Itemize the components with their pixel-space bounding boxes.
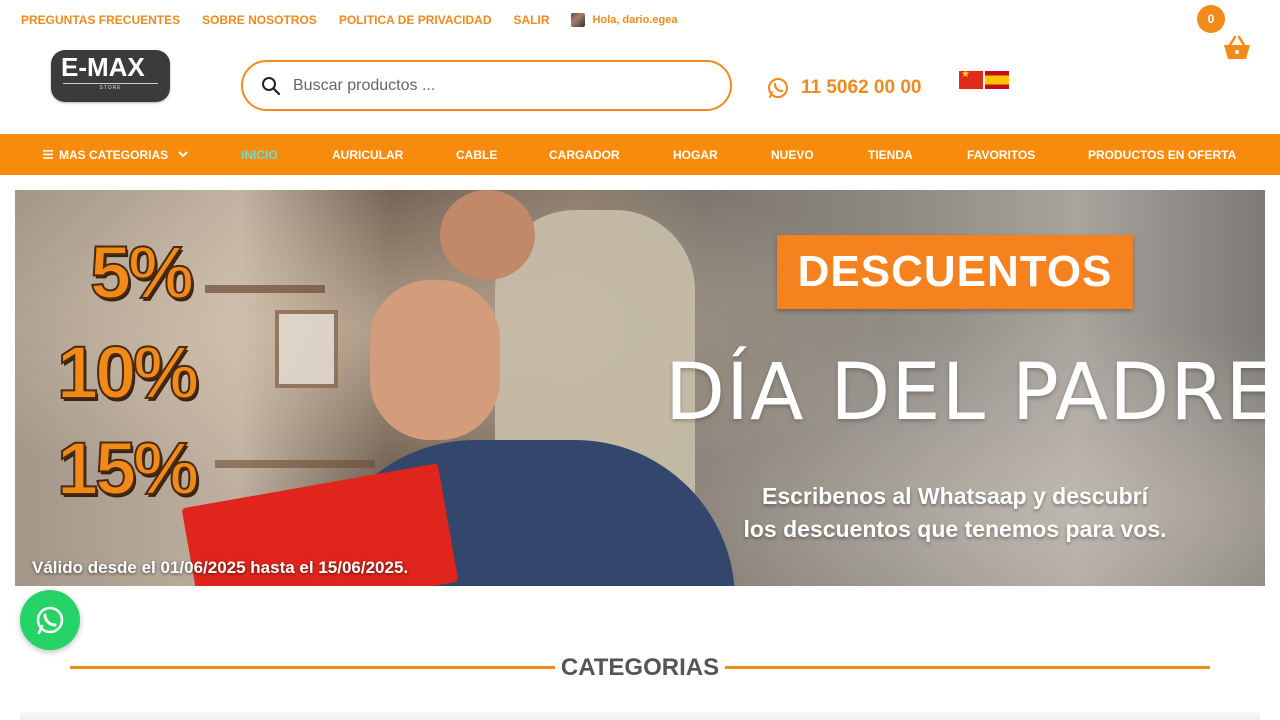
promo-banner[interactable]: 5% 10% 15% DESCUENTOS DÍA DEL PADRE Escr…: [15, 190, 1265, 586]
china-flag-icon[interactable]: [959, 69, 983, 89]
banner-headline: DÍA DEL PADRE: [665, 348, 1265, 438]
main-nav: MAS CATEGORIAS INICIO AURICULAR CABLE CA…: [0, 134, 1280, 175]
banner-validity: Válido desde el 01/06/2025 hasta el 15/0…: [32, 558, 409, 577]
discount-5-percent: 5%: [89, 230, 195, 315]
discount-10-percent: 10%: [56, 330, 200, 415]
discount-15-percent: 15%: [56, 426, 200, 511]
section-heading: CATEGORIAS: [0, 654, 1280, 682]
nav-item-auricular[interactable]: AURICULAR: [332, 134, 403, 175]
whatsapp-icon: [36, 606, 64, 635]
nav-item-productos-en-oferta[interactable]: PRODUCTOS EN OFERTA: [1088, 134, 1236, 175]
nav-item-hogar[interactable]: HOGAR: [673, 134, 718, 175]
categories-label: MAS CATEGORIAS: [59, 147, 169, 162]
site-logo[interactable]: E-MAX STORE: [51, 50, 170, 102]
banner-promo-line: Escribenos al Whatsaap y descubrí: [761, 483, 1149, 509]
whatsapp-icon: [768, 78, 788, 98]
logout-link[interactable]: SALIR: [513, 13, 549, 27]
user-greeting: Hola, dario.egea: [592, 14, 678, 26]
whatsapp-chat-button[interactable]: [20, 590, 80, 650]
privacy-link[interactable]: POLITICA DE PRIVACIDAD: [339, 13, 492, 27]
phone-contact[interactable]: 11 5062 00 00: [767, 77, 921, 99]
search-icon[interactable]: [261, 76, 281, 96]
top-links-bar: PREGUNTAS FRECUENTES SOBRE NOSOTROS POLI…: [21, 13, 677, 27]
faq-link[interactable]: PREGUNTAS FRECUENTES: [21, 13, 180, 27]
banner-tag-text: DESCUENTOS: [797, 247, 1113, 296]
banner-promo-text: Escribenos al Whatsaap y descubrí los de…: [735, 480, 1175, 546]
logo-subtitle: STORE: [99, 85, 122, 91]
logo-brand: E-MAX: [61, 52, 145, 82]
menu-icon: [43, 150, 53, 159]
categories-row: [20, 712, 1260, 720]
banner-tag: DESCUENTOS: [777, 235, 1133, 309]
section-title: CATEGORIAS: [560, 654, 720, 681]
user-account-link[interactable]: Hola, dario.egea: [571, 13, 677, 27]
language-switcher: [959, 69, 1011, 89]
banner-decor: [215, 460, 375, 468]
banner-photo-child-head: [440, 190, 535, 280]
nav-item-favoritos[interactable]: FAVORITOS: [967, 134, 1035, 175]
banner-photo-father-face: [370, 280, 500, 440]
banner-promo-line: los descuentos que tenemos para vos.: [743, 516, 1167, 542]
nav-item-inicio[interactable]: INICIO: [241, 134, 278, 175]
search-input[interactable]: [291, 75, 695, 96]
about-link[interactable]: SOBRE NOSOTROS: [202, 13, 317, 27]
phone-number: 11 5062 00 00: [801, 77, 922, 98]
basket-icon: [1224, 35, 1250, 59]
nav-item-cargador[interactable]: CARGADOR: [549, 134, 620, 175]
search-box[interactable]: [241, 60, 732, 111]
logo-divider: [63, 83, 158, 84]
cart-count-badge: 0: [1197, 5, 1225, 33]
categories-dropdown[interactable]: MAS CATEGORIAS: [43, 134, 188, 175]
nav-item-cable[interactable]: CABLE: [456, 134, 497, 175]
cart-button[interactable]: 0: [1197, 5, 1257, 65]
chevron-down-icon: [178, 151, 188, 158]
avatar: [571, 13, 586, 27]
spain-flag-icon[interactable]: [985, 71, 1009, 89]
banner-decor: [275, 310, 338, 388]
banner-decor: [205, 285, 325, 293]
nav-item-nuevo[interactable]: NUEVO: [771, 134, 814, 175]
nav-item-tienda[interactable]: TIENDA: [868, 134, 913, 175]
